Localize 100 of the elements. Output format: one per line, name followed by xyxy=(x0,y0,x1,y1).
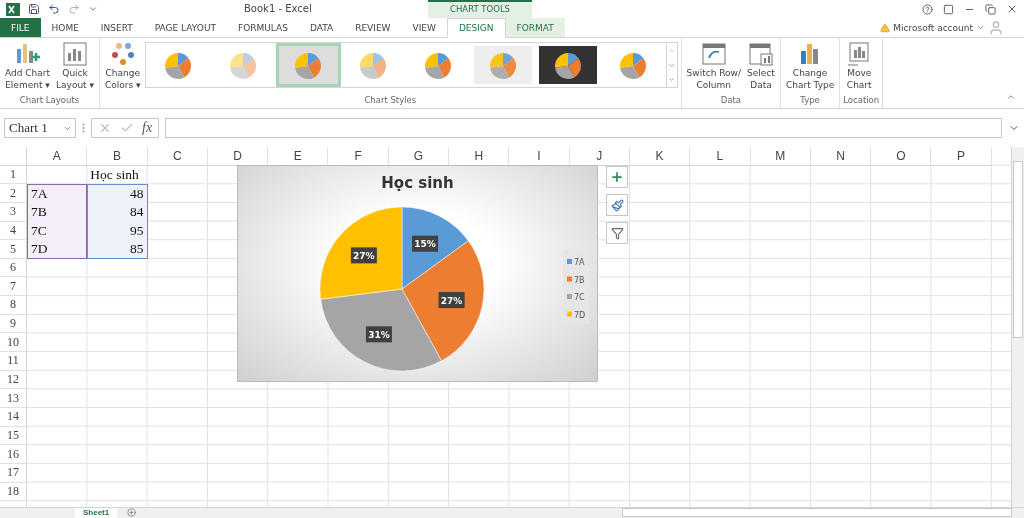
ribbon-tab[interactable]: FORMAT xyxy=(505,18,565,37)
window-title: Book1 - Excel xyxy=(244,3,312,14)
filter-icon xyxy=(610,226,624,240)
horizontal-scrollbar[interactable] xyxy=(622,508,1012,517)
pie-thumbnail-icon xyxy=(279,46,338,84)
ribbon-button[interactable]: Change Colors ▾ xyxy=(103,41,143,91)
save-icon[interactable] xyxy=(28,3,40,15)
chart-filters-button[interactable] xyxy=(606,222,628,244)
ribbon-tab[interactable]: DESIGN xyxy=(446,18,506,38)
row-header[interactable]: 2 xyxy=(0,184,27,203)
column-header[interactable]: I xyxy=(509,147,570,166)
account-name[interactable]: Microsoft account xyxy=(893,22,973,33)
drag-handle-icon xyxy=(82,123,85,133)
ribbon-button[interactable]: Select Data xyxy=(744,41,777,91)
legend-item: 7C xyxy=(567,293,585,302)
account-dropdown-icon[interactable] xyxy=(976,23,985,32)
column-header[interactable]: M xyxy=(750,147,811,166)
collapse-ribbon-icon[interactable] xyxy=(1006,92,1016,102)
cancel-icon[interactable] xyxy=(98,121,112,135)
new-sheet-icon[interactable] xyxy=(127,508,137,517)
customize-toolbar-icon[interactable] xyxy=(88,4,98,14)
column-header[interactable]: P xyxy=(931,147,992,166)
data-label: 27% xyxy=(350,247,377,264)
column-header[interactable]: L xyxy=(690,147,751,166)
column-header[interactable]: A xyxy=(27,147,88,166)
row-header[interactable]: 11 xyxy=(0,352,27,371)
ribbon-tab[interactable]: HOME xyxy=(40,18,90,37)
legend-item: 7B xyxy=(567,275,585,285)
select-all-corner[interactable] xyxy=(0,147,27,166)
undo-icon[interactable] xyxy=(48,3,60,15)
chart-area[interactable]: Học sinh 15% 27% 31% 27% 7A 7B 7C 7D xyxy=(237,165,598,382)
name-box[interactable]: Chart 1 xyxy=(4,118,76,138)
legend-item: 7D xyxy=(567,310,586,320)
row-header[interactable]: 8 xyxy=(0,296,27,315)
table-cell: 7D xyxy=(27,240,88,259)
restore-icon[interactable] xyxy=(985,3,996,15)
ribbon-button[interactable]: Change Chart Type xyxy=(783,41,837,91)
insert-function-button[interactable]: fx xyxy=(142,120,153,136)
group-label: Data xyxy=(719,95,742,107)
legend-label: 7A xyxy=(574,258,586,267)
column-header[interactable]: N xyxy=(810,147,872,166)
ribbon-tab[interactable]: FORMULAS xyxy=(227,18,299,37)
group-label: Chart Styles xyxy=(363,95,418,107)
row-header[interactable]: 16 xyxy=(0,445,27,464)
group-label: Location xyxy=(843,95,880,107)
ribbon-tab[interactable]: VIEW xyxy=(401,18,447,37)
chart-title: Học sinh xyxy=(380,174,455,192)
column-header[interactable]: E xyxy=(268,147,329,166)
vertical-scrollbar[interactable] xyxy=(1011,147,1024,507)
ribbon-tab[interactable]: INSERT xyxy=(89,18,144,37)
ribbon-tab[interactable]: FILE xyxy=(0,18,41,37)
row-header[interactable]: 13 xyxy=(0,389,27,408)
excel-logo-icon[interactable] xyxy=(6,2,20,16)
column-header[interactable]: K xyxy=(629,147,691,166)
paintbrush-icon xyxy=(610,198,624,212)
ribbon-button[interactable]: Add Chart Element ▾ xyxy=(3,41,53,91)
group-label: Type xyxy=(799,95,821,107)
legend-label: 7B xyxy=(574,275,585,285)
redo-icon[interactable] xyxy=(68,3,80,15)
switch-table-icon xyxy=(699,41,728,67)
ribbon-display-icon[interactable] xyxy=(943,3,954,15)
legend-label: 7D xyxy=(574,310,586,320)
context-tab-label: CHART TOOLS xyxy=(428,0,532,18)
ribbon-tab[interactable]: PAGE LAYOUT xyxy=(143,18,227,37)
row-header[interactable]: 7 xyxy=(0,277,27,297)
color-dots-icon xyxy=(109,41,136,67)
chart-styles-button[interactable] xyxy=(606,194,628,216)
enter-icon[interactable] xyxy=(120,121,134,135)
ribbon-button[interactable]: Quick Layout ▾ xyxy=(54,41,96,91)
row-header[interactable]: 10 xyxy=(0,333,27,353)
group-label: Chart Layouts xyxy=(18,95,81,107)
plus-icon xyxy=(610,170,624,184)
table-cell-text: Học sinh xyxy=(89,165,140,184)
pie-thumbnail-icon xyxy=(474,46,533,84)
table-cell: 7A xyxy=(27,184,88,203)
ribbon-tab[interactable]: DATA xyxy=(298,18,345,37)
ribbon-tab[interactable]: REVIEW xyxy=(344,18,402,37)
legend-item: 7A xyxy=(567,258,585,267)
pie-thumbnail-icon xyxy=(539,46,598,84)
close-icon[interactable] xyxy=(1006,3,1018,15)
legend-label: 7C xyxy=(574,293,586,302)
chart-elements-button[interactable] xyxy=(606,166,628,188)
data-label: 31% xyxy=(365,326,392,343)
scrollbar-thumb[interactable] xyxy=(1013,161,1023,338)
ribbon-button[interactable]: Move Chart xyxy=(843,41,876,91)
help-icon[interactable] xyxy=(922,3,933,15)
warning-icon xyxy=(880,22,891,33)
row-header[interactable]: 5 xyxy=(0,240,27,259)
column-header[interactable]: H xyxy=(449,147,510,166)
column-header[interactable]: D xyxy=(207,147,269,166)
ribbon-button[interactable]: Switch Row/ Column xyxy=(684,41,743,91)
table-cell: 48 xyxy=(87,184,148,203)
column-header[interactable]: O xyxy=(871,147,932,166)
formula-input[interactable] xyxy=(165,118,1002,138)
data-label: 27% xyxy=(438,292,465,309)
column-header[interactable]: B xyxy=(87,147,148,166)
column-header[interactable]: F xyxy=(328,147,389,166)
sheet-tab[interactable]: Sheet1 xyxy=(75,508,118,518)
layout-icon xyxy=(61,41,89,67)
table-chart-icon xyxy=(746,41,775,67)
